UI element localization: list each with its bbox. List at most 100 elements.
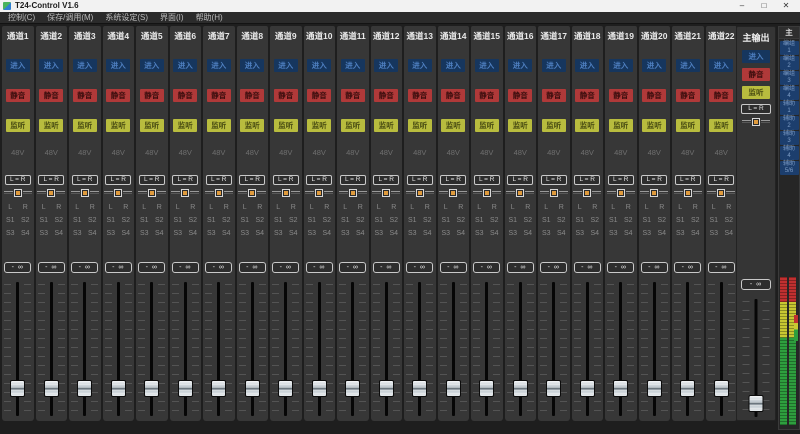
route-s2-button[interactable]: S2 [187, 216, 198, 225]
pan-thumb[interactable] [550, 189, 558, 197]
fader[interactable] [38, 282, 65, 416]
route-s2-button[interactable]: S2 [221, 216, 232, 225]
enter-button[interactable]: 进入 [441, 59, 465, 72]
route-s1-button[interactable]: S1 [708, 216, 719, 225]
mute-button[interactable]: 静音 [73, 89, 97, 102]
fader-knob[interactable] [111, 380, 126, 397]
fader-knob[interactable] [513, 380, 528, 397]
route-r-button[interactable]: R [388, 203, 399, 212]
route-s2-button[interactable]: S2 [489, 216, 500, 225]
pan-slider[interactable] [371, 188, 401, 197]
mute-button[interactable]: 静音 [542, 89, 566, 102]
enter-button[interactable]: 进入 [676, 59, 700, 72]
mute-button[interactable]: 静音 [575, 89, 599, 102]
route-l-button[interactable]: L [273, 203, 284, 212]
route-s2-button[interactable]: S2 [154, 216, 165, 225]
route-s4-button[interactable]: S4 [455, 229, 466, 238]
pan-thumb[interactable] [617, 189, 625, 197]
route-s4-button[interactable]: S4 [154, 229, 165, 238]
fader[interactable] [71, 282, 98, 416]
route-s1-button[interactable]: S1 [340, 216, 351, 225]
pan-thumb[interactable] [47, 189, 55, 197]
close-button[interactable]: ✕ [775, 0, 797, 12]
route-s1-button[interactable]: S1 [474, 216, 485, 225]
mute-button[interactable]: 静音 [341, 89, 365, 102]
phantom-48v-button[interactable]: 48V [145, 148, 158, 158]
enter-button[interactable]: 进入 [39, 59, 63, 72]
pan-thumb[interactable] [349, 189, 357, 197]
route-s4-button[interactable]: S4 [87, 229, 98, 238]
fader[interactable] [138, 282, 165, 416]
route-s2-button[interactable]: S2 [355, 216, 366, 225]
route-s2-button[interactable]: S2 [723, 216, 734, 225]
pan-slider[interactable] [405, 188, 435, 197]
route-s4-button[interactable]: S4 [254, 229, 265, 238]
pan-thumb[interactable] [81, 189, 89, 197]
pan-thumb[interactable] [684, 189, 692, 197]
menu-help[interactable]: 帮助(H) [190, 12, 229, 24]
menu-save-recall[interactable]: 保存/调用(M) [41, 12, 99, 24]
enter-button[interactable]: 进入 [274, 59, 298, 72]
route-s3-button[interactable]: S3 [38, 229, 49, 238]
route-s3-button[interactable]: S3 [306, 229, 317, 238]
fader-knob[interactable] [546, 380, 561, 397]
monitor-button[interactable]: 监听 [508, 119, 532, 132]
pan-slider[interactable] [304, 188, 334, 197]
mute-button[interactable]: 静音 [207, 89, 231, 102]
phantom-48v-button[interactable]: 48V [581, 148, 594, 158]
route-s1-button[interactable]: S1 [306, 216, 317, 225]
enter-button[interactable]: 进入 [341, 59, 365, 72]
master-monitor-button[interactable]: 监听 [742, 86, 770, 99]
route-s4-button[interactable]: S4 [656, 229, 667, 238]
monitor-button[interactable]: 监听 [341, 119, 365, 132]
route-r-button[interactable]: R [723, 203, 734, 212]
pan-thumb[interactable] [282, 189, 290, 197]
route-r-button[interactable]: R [556, 203, 567, 212]
route-s4-button[interactable]: S4 [690, 229, 701, 238]
route-s3-button[interactable]: S3 [407, 229, 418, 238]
fader-knob[interactable] [379, 380, 394, 397]
route-s2-button[interactable]: S2 [522, 216, 533, 225]
phantom-48v-button[interactable]: 48V [681, 148, 694, 158]
route-s4-button[interactable]: S4 [723, 229, 734, 238]
pan-slider[interactable] [472, 188, 502, 197]
route-s4-button[interactable]: S4 [53, 229, 64, 238]
monitor-button[interactable]: 监听 [408, 119, 432, 132]
phantom-48v-button[interactable]: 48V [648, 148, 661, 158]
pan-thumb[interactable] [516, 189, 524, 197]
route-l-button[interactable]: L [608, 203, 619, 212]
phantom-48v-button[interactable]: 48V [514, 148, 527, 158]
route-s4-button[interactable]: S4 [321, 229, 332, 238]
route-l-button[interactable]: L [172, 203, 183, 212]
pan-thumb[interactable] [14, 189, 22, 197]
pan-slider[interactable] [606, 188, 636, 197]
fader-knob[interactable] [647, 380, 662, 397]
pan-slider[interactable] [103, 188, 133, 197]
menu-control[interactable]: 控制(C) [2, 12, 41, 24]
mute-button[interactable]: 静音 [441, 89, 465, 102]
enter-button[interactable]: 进入 [642, 59, 666, 72]
route-r-button[interactable]: R [254, 203, 265, 212]
pan-thumb[interactable] [583, 189, 591, 197]
route-s1-button[interactable]: S1 [407, 216, 418, 225]
mute-button[interactable]: 静音 [173, 89, 197, 102]
maximize-button[interactable]: □ [753, 0, 775, 12]
route-s1-button[interactable]: S1 [675, 216, 686, 225]
route-s4-button[interactable]: S4 [556, 229, 567, 238]
route-s3-button[interactable]: S3 [541, 229, 552, 238]
master-enter-button[interactable]: 进入 [742, 50, 770, 63]
route-s1-button[interactable]: S1 [172, 216, 183, 225]
phantom-48v-button[interactable]: 48V [313, 148, 326, 158]
route-r-button[interactable]: R [221, 203, 232, 212]
route-s2-button[interactable]: S2 [589, 216, 600, 225]
fader-knob[interactable] [211, 380, 226, 397]
enter-button[interactable]: 进入 [307, 59, 331, 72]
phantom-48v-button[interactable]: 48V [614, 148, 627, 158]
fader[interactable] [205, 282, 232, 416]
pan-slider[interactable] [639, 188, 669, 197]
mute-button[interactable]: 静音 [709, 89, 733, 102]
fader[interactable] [272, 282, 299, 416]
fader-knob[interactable] [412, 380, 427, 397]
route-r-button[interactable]: R [154, 203, 165, 212]
monitor-button[interactable]: 监听 [73, 119, 97, 132]
